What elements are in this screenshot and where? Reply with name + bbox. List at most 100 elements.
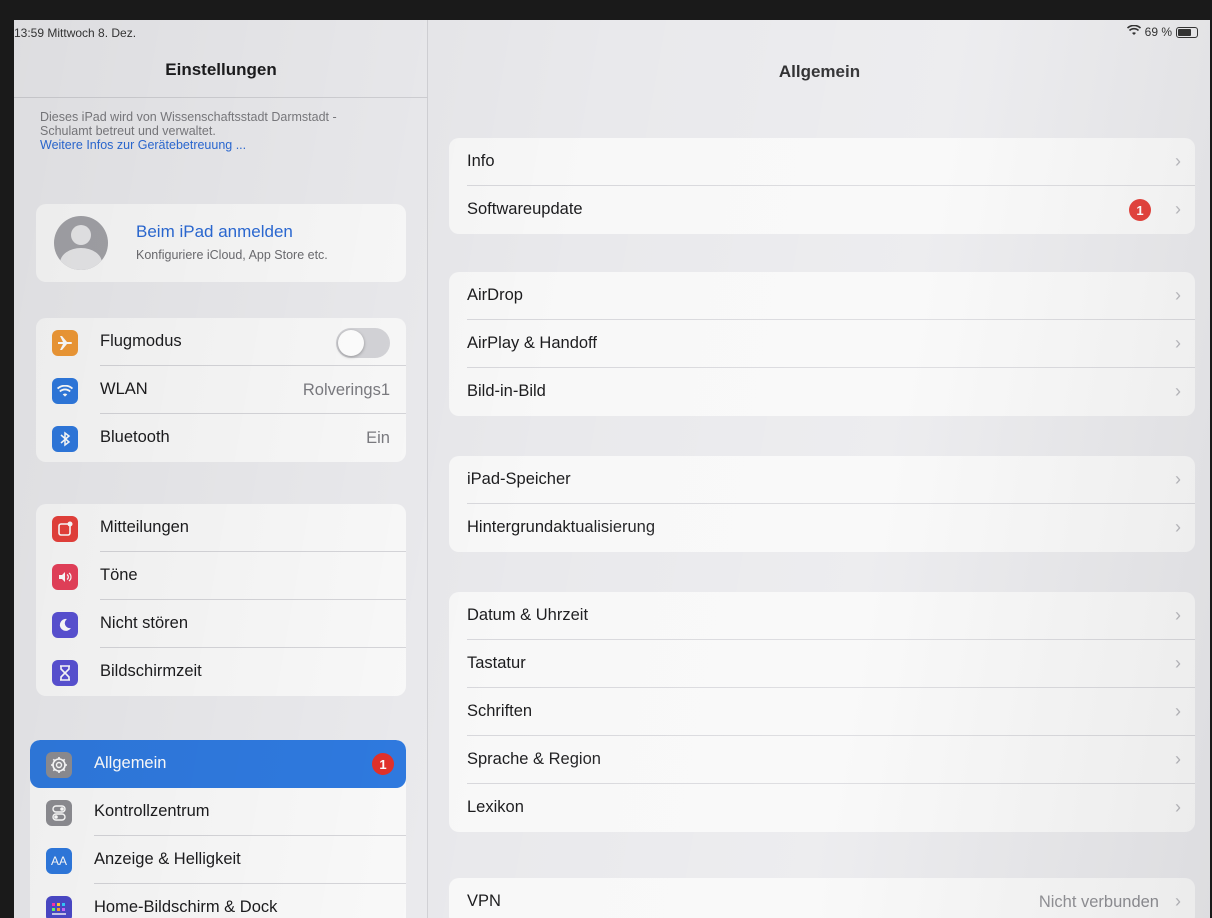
divider xyxy=(14,97,428,98)
sidebar-item-toene[interactable]: Töne xyxy=(36,552,406,600)
toggles-icon xyxy=(46,800,72,826)
text-size-icon: AA xyxy=(46,848,72,874)
status-bar: 13:59 Mittwoch 8. Dez. 69 % xyxy=(14,20,1210,44)
row-info[interactable]: Info › xyxy=(449,138,1195,186)
row-softwareupdate[interactable]: Softwareupdate 1 › xyxy=(449,186,1195,234)
avatar-icon xyxy=(54,216,108,270)
sidebar-item-mitteilungen[interactable]: Mitteilungen xyxy=(36,504,406,552)
sidebar-item-label: Home-Bildschirm & Dock xyxy=(94,898,278,916)
chevron-right-icon: › xyxy=(1175,701,1181,721)
row-airplay-handoff[interactable]: AirPlay & Handoff › xyxy=(449,320,1195,368)
flugmodus-toggle[interactable] xyxy=(336,328,390,358)
chevron-right-icon: › xyxy=(1175,891,1181,911)
update-badge: 1 xyxy=(372,753,394,775)
sidebar-item-label: WLAN xyxy=(100,380,148,398)
management-notice: Dieses iPad wird von Wissenschaftsstadt … xyxy=(40,110,340,152)
row-airdrop[interactable]: AirDrop › xyxy=(449,272,1195,320)
sidebar-item-bluetooth[interactable]: Bluetooth Ein xyxy=(36,414,406,462)
chevron-right-icon: › xyxy=(1175,151,1181,171)
ipad-screen: 13:59 Mittwoch 8. Dez. 69 % Einstellunge… xyxy=(14,20,1210,918)
chevron-right-icon: › xyxy=(1175,469,1181,489)
chevron-right-icon: › xyxy=(1175,199,1181,219)
battery-percent: 69 % xyxy=(1144,25,1172,39)
row-label: Tastatur xyxy=(467,654,526,672)
general-group: Allgemein 1 Kontrollzentrum AA Anzeige &… xyxy=(30,740,406,918)
detail-group-info: Info › Softwareupdate 1 › xyxy=(449,138,1195,234)
hourglass-icon xyxy=(52,660,78,686)
status-right: 69 % xyxy=(1126,24,1198,39)
sidebar-item-label: Allgemein xyxy=(94,754,167,772)
signin-title: Beim iPad anmelden xyxy=(136,222,293,241)
update-badge: 1 xyxy=(1129,199,1151,221)
sidebar-item-home-bildschirm[interactable]: Home-Bildschirm & Dock xyxy=(30,884,406,918)
sidebar-item-label: Nicht stören xyxy=(100,614,189,632)
row-label: Datum & Uhrzeit xyxy=(467,606,589,624)
row-bild-in-bild[interactable]: Bild-in-Bild › xyxy=(449,368,1195,416)
row-lexikon[interactable]: Lexikon › xyxy=(449,784,1195,832)
row-tastatur[interactable]: Tastatur › xyxy=(449,640,1195,688)
detail-group-locale: Datum & Uhrzeit › Tastatur › Schriften ›… xyxy=(449,592,1195,832)
row-label: Info xyxy=(467,152,495,170)
speaker-icon xyxy=(52,564,78,590)
moon-icon xyxy=(52,612,78,638)
detail-group-storage: iPad-Speicher › Hintergrundaktualisierun… xyxy=(449,456,1195,552)
chevron-right-icon: › xyxy=(1175,333,1181,353)
sidebar-item-label: Bluetooth xyxy=(100,428,170,446)
row-sprache-region[interactable]: Sprache & Region › xyxy=(449,736,1195,784)
management-info-link[interactable]: Weitere Infos zur Gerätebetreuung ... xyxy=(40,138,340,152)
sidebar-item-label: Kontrollzentrum xyxy=(94,802,210,820)
sidebar-item-kontrollzentrum[interactable]: Kontrollzentrum xyxy=(30,788,406,836)
row-label: Lexikon xyxy=(467,798,524,816)
sidebar: Einstellungen Dieses iPad wird von Wisse… xyxy=(14,20,428,918)
sidebar-item-bildschirmzeit[interactable]: Bildschirmzeit xyxy=(36,648,406,696)
row-label: AirDrop xyxy=(467,286,523,304)
bluetooth-icon xyxy=(52,426,78,452)
detail-group-airdrop: AirDrop › AirPlay & Handoff › Bild-in-Bi… xyxy=(449,272,1195,416)
sidebar-item-nicht-stoeren[interactable]: Nicht stören xyxy=(36,600,406,648)
notifications-icon xyxy=(52,516,78,542)
detail-group-vpn: VPN Nicht verbunden › xyxy=(449,878,1195,918)
detail-pane: Allgemein Info › Softwareupdate 1 › AirD… xyxy=(429,20,1210,918)
airplane-icon xyxy=(52,330,78,356)
gear-icon xyxy=(46,752,72,778)
row-label: Schriften xyxy=(467,702,533,720)
signin-subtitle: Konfiguriere iCloud, App Store etc. xyxy=(136,248,328,262)
wlan-network-name: Rolverings1 xyxy=(302,381,390,399)
status-time: 13:59 Mittwoch 8. Dez. xyxy=(14,26,137,40)
row-hintergrundaktualisierung[interactable]: Hintergrundaktualisierung › xyxy=(449,504,1195,552)
sidebar-item-flugmodus[interactable]: Flugmodus xyxy=(36,318,406,366)
bluetooth-status: Ein xyxy=(366,429,390,447)
chevron-right-icon: › xyxy=(1175,797,1181,817)
sidebar-item-label: Anzeige & Helligkeit xyxy=(94,850,241,868)
apple-id-signin[interactable]: Beim iPad anmelden Konfiguriere iCloud, … xyxy=(36,204,406,282)
chevron-right-icon: › xyxy=(1175,605,1181,625)
sidebar-item-allgemein[interactable]: Allgemein 1 xyxy=(30,740,406,788)
sidebar-item-anzeige-helligkeit[interactable]: AA Anzeige & Helligkeit xyxy=(30,836,406,884)
sidebar-item-label: Flugmodus xyxy=(100,332,182,350)
page-title: Allgemein xyxy=(778,62,861,81)
row-ipad-speicher[interactable]: iPad-Speicher › xyxy=(449,456,1195,504)
sidebar-item-wlan[interactable]: WLAN Rolverings1 xyxy=(36,366,406,414)
row-label: VPN xyxy=(467,892,501,910)
row-datum-uhrzeit[interactable]: Datum & Uhrzeit › xyxy=(449,592,1195,640)
row-vpn[interactable]: VPN Nicht verbunden › xyxy=(449,878,1195,918)
row-schriften[interactable]: Schriften › xyxy=(449,688,1195,736)
wifi-icon xyxy=(1126,24,1141,39)
row-label: Sprache & Region xyxy=(467,750,601,768)
row-label: Hintergrundaktualisierung xyxy=(467,518,656,536)
vpn-status: Nicht verbunden xyxy=(1038,893,1159,911)
connectivity-group: Flugmodus WLAN Rolverings1 Bluetooth Ein xyxy=(36,318,406,462)
home-grid-icon xyxy=(46,896,72,918)
wifi-icon xyxy=(52,378,78,404)
chevron-right-icon: › xyxy=(1175,653,1181,673)
row-label: iPad-Speicher xyxy=(467,470,571,488)
chevron-right-icon: › xyxy=(1175,285,1181,305)
chevron-right-icon: › xyxy=(1175,749,1181,769)
battery-icon xyxy=(1176,26,1198,38)
chevron-right-icon: › xyxy=(1175,517,1181,537)
sidebar-item-label: Töne xyxy=(100,566,138,584)
chevron-right-icon: › xyxy=(1175,381,1181,401)
row-label: Softwareupdate xyxy=(467,200,583,218)
row-label: AirPlay & Handoff xyxy=(467,334,597,352)
row-label: Bild-in-Bild xyxy=(467,382,546,400)
